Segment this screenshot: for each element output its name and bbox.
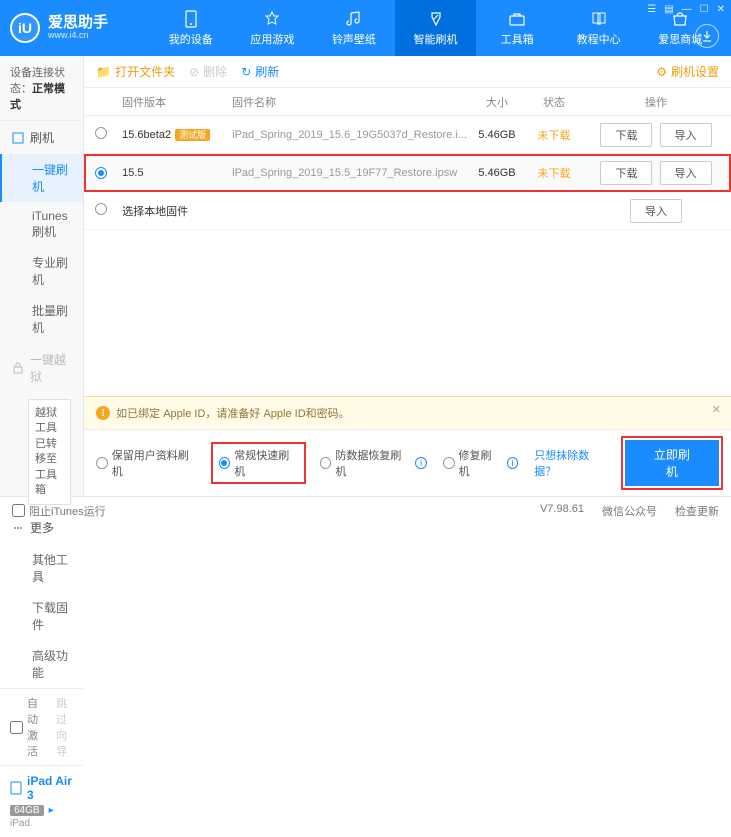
main-content: 📁打开文件夹 ⊘删除 ↻刷新 ⚙刷机设置 固件版本 固件名称 大小 状态 操作 … [84,56,731,496]
titlebar: iU 爱思助手 www.i4.cn 我的设备 应用游戏 铃声壁纸 智能刷机 工具… [0,0,731,56]
menu-icon[interactable]: ☰ [647,4,656,15]
maximize-icon[interactable]: ☐ [700,4,709,15]
sidebar-options: 自动激活 跳过向导 [0,688,83,765]
minimize-icon[interactable]: — [682,4,692,15]
folder-icon: 📁 [96,65,111,79]
row-radio[interactable] [95,127,107,139]
sidebar-item-batch[interactable]: 批量刷机 [0,295,83,343]
table-header: 固件版本 固件名称 大小 状态 操作 [84,88,731,116]
gear-icon: ⚙ [656,65,667,79]
app-logo: iU 爱思助手 www.i4.cn [10,13,150,43]
app-name: 爱思助手 [48,15,108,32]
device-icon [181,9,201,29]
refresh-icon: ↻ [241,65,251,79]
download-button[interactable]: 下载 [600,123,652,147]
auto-activate-checkbox[interactable] [10,721,23,734]
toolbar: 📁打开文件夹 ⊘删除 ↻刷新 ⚙刷机设置 [84,56,731,88]
connection-status: 设备连接状态：正常模式 [0,56,83,121]
close-icon[interactable]: ✕ [717,4,725,15]
flash-settings-button[interactable]: ⚙刷机设置 [656,63,719,80]
download-manager-icon[interactable] [695,24,719,48]
warning-icon: ! [96,406,110,420]
notice-close-icon[interactable]: ✕ [712,403,721,416]
open-folder-button[interactable]: 📁打开文件夹 [96,63,175,80]
import-button[interactable]: 导入 [630,199,682,223]
beta-badge: 测试版 [175,129,210,141]
nav-label: 铃声壁纸 [332,31,376,47]
nav-label: 智能刷机 [414,31,458,47]
tablet-icon [10,781,22,795]
opt-antirecover[interactable]: 防数据恢复刷机i [320,447,427,479]
nav-flash[interactable]: 智能刷机 [395,0,477,56]
row-radio[interactable] [95,203,107,215]
skip-guide-label: 跳过向导 [56,695,73,759]
info-icon[interactable]: i [415,457,427,469]
device-type: iPad [10,818,73,829]
block-itunes-checkbox[interactable] [12,504,25,517]
lock-icon [12,362,24,374]
nav-label: 我的设备 [169,31,213,47]
top-navigation: 我的设备 应用游戏 铃声壁纸 智能刷机 工具箱 教程中心 爱思商城 [150,0,721,56]
wechat-link[interactable]: 微信公众号 [602,503,657,519]
nav-label: 工具箱 [501,31,534,47]
nav-label: 教程中心 [577,31,621,47]
nav-toolbox[interactable]: 工具箱 [476,0,558,56]
row-radio[interactable] [95,167,107,179]
nav-label: 应用游戏 [250,31,294,47]
info-icon[interactable]: i [507,457,519,469]
nav-my-device[interactable]: 我的设备 [150,0,232,56]
nav-ringtone[interactable]: 铃声壁纸 [313,0,395,56]
erase-only-link[interactable]: 只想抹除数据？ [534,447,608,479]
refresh-button[interactable]: ↻刷新 [241,63,279,80]
import-button[interactable]: 导入 [660,161,712,185]
firmware-row[interactable]: 15.6beta2测试版 iPad_Spring_2019_15.6_19G50… [84,116,731,154]
download-button[interactable]: 下载 [600,161,652,185]
logo-icon: iU [10,13,40,43]
sidebar-item-download-fw[interactable]: 下载固件 [0,592,83,640]
version-label: V7.98.61 [540,503,584,519]
jailbreak-note: 越狱工具已转移至工具箱 [28,399,71,505]
sidebar-item-other[interactable]: 其他工具 [0,544,83,592]
nav-tutorial[interactable]: 教程中心 [558,0,640,56]
firmware-row-selected[interactable]: 15.5 iPad_Spring_2019_15.5_19F77_Restore… [84,154,731,192]
statusbar: 阻止iTunes运行 V7.98.61 微信公众号 检查更新 [0,496,731,524]
appleid-notice: ! 如已绑定 Apple ID，请准备好 Apple ID和密码。 ✕ [84,396,731,429]
opt-normal[interactable]: 常规快速刷机 [213,444,304,482]
sidebar-item-oneclick[interactable]: 一键刷机 [0,154,83,202]
book-icon [589,9,609,29]
capacity-badge: 64GB [10,805,44,816]
sidebar-head-flash[interactable]: 刷机 [0,121,83,154]
apps-icon [262,9,282,29]
flash-options: 保留用户资料刷机 常规快速刷机 防数据恢复刷机i 修复刷机i 只想抹除数据？ 立… [84,429,731,496]
sidebar-item-itunes[interactable]: iTunes刷机 [0,202,83,247]
skin-icon[interactable]: ▤ [664,4,673,15]
sidebar-item-advanced[interactable]: 高级功能 [0,640,83,688]
sidebar: 设备连接状态：正常模式 刷机 一键刷机 iTunes刷机 专业刷机 批量刷机 一… [0,56,84,496]
toolbox-icon [507,9,527,29]
check-update-link[interactable]: 检查更新 [675,503,719,519]
flash-icon [426,9,446,29]
opt-repair[interactable]: 修复刷机i [443,447,518,479]
flash-now-button[interactable]: 立即刷机 [625,440,719,486]
local-firmware-row[interactable]: 选择本地固件 导入 [84,192,731,230]
import-button[interactable]: 导入 [660,123,712,147]
more-icon [12,522,24,534]
sidebar-head-jailbreak[interactable]: 一键越狱 [0,343,83,393]
app-url: www.i4.cn [48,31,108,41]
opt-keepdata[interactable]: 保留用户资料刷机 [96,447,196,479]
device-info[interactable]: iPad Air 3 64GB ▸ iPad [0,765,83,837]
window-controls: ☰ ▤ — ☐ ✕ [647,4,725,15]
sidebar-item-pro[interactable]: 专业刷机 [0,247,83,295]
nav-apps[interactable]: 应用游戏 [232,0,314,56]
ringtone-icon [344,9,364,29]
delete-button[interactable]: ⊘删除 [189,63,227,80]
flash-small-icon [12,132,24,144]
delete-icon: ⊘ [189,65,199,79]
